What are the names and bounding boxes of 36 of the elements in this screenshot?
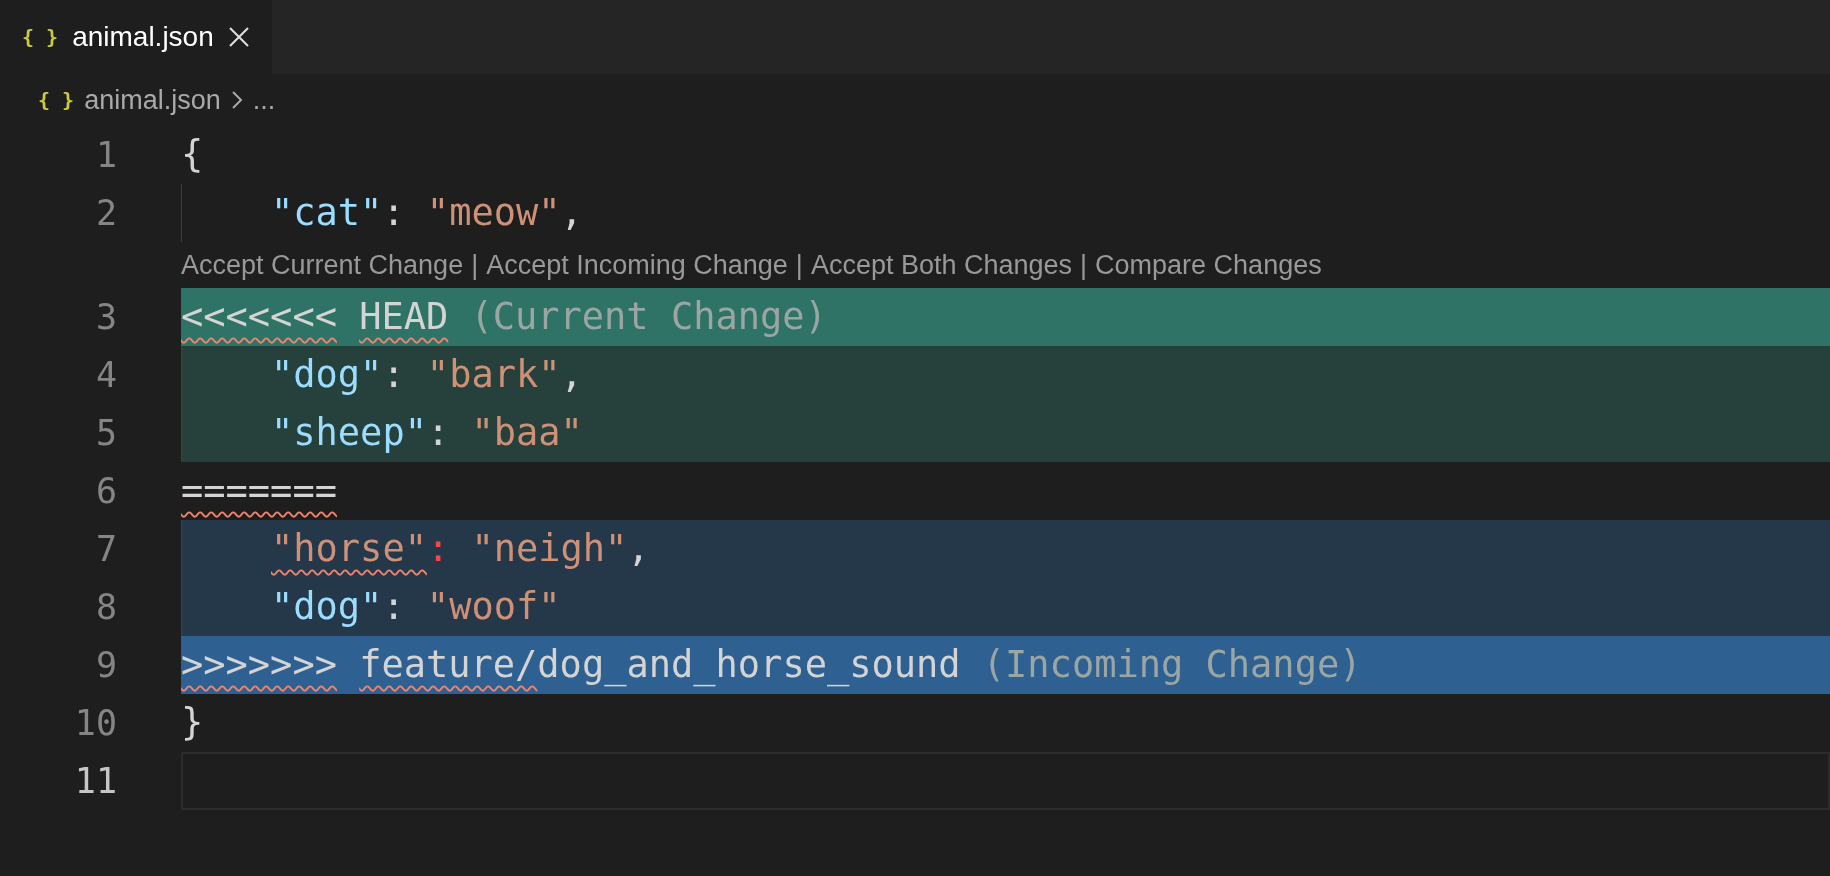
line-number: 1 bbox=[94, 133, 117, 177]
code-line: >>>>>>> feature/dog_and_horse_sound (Incoming Change) bbox=[181, 642, 1362, 689]
line-number: 9 bbox=[94, 643, 117, 687]
line-number: 11 bbox=[73, 759, 117, 803]
codelens-link[interactable]: Accept Incoming Change bbox=[486, 244, 788, 286]
line-number: 8 bbox=[94, 585, 117, 629]
close-icon[interactable] bbox=[227, 26, 250, 48]
codelens-link[interactable]: Accept Both Changes bbox=[810, 244, 1073, 286]
json-file-icon: { } bbox=[38, 85, 75, 115]
codelens-separator: | bbox=[795, 248, 803, 282]
line-number: 5 bbox=[94, 411, 117, 455]
breadcrumb-item[interactable]: ... bbox=[252, 79, 276, 121]
code-line: "dog": "bark", bbox=[271, 352, 583, 399]
breadcrumb-item[interactable]: animal.json bbox=[84, 79, 221, 121]
codelens-separator: | bbox=[471, 248, 479, 282]
line-number: 6 bbox=[94, 469, 117, 513]
code-line: <<<<<<< HEAD (Current Change) bbox=[181, 294, 827, 341]
json-file-icon: { } bbox=[22, 22, 59, 52]
tab-label: animal.json bbox=[72, 20, 214, 54]
line-number: 7 bbox=[94, 527, 117, 571]
line-number: 2 bbox=[94, 191, 117, 235]
code-line: "sheep": "baa" bbox=[271, 410, 583, 457]
codelens-link[interactable]: Compare Changes bbox=[1095, 244, 1322, 286]
chevron-right-icon bbox=[230, 90, 243, 110]
codelens-separator: | bbox=[1080, 248, 1088, 282]
codelens-link[interactable]: Accept Current Change bbox=[181, 244, 464, 286]
code-line: "cat": "meow", bbox=[271, 190, 583, 237]
code-line: ======= bbox=[181, 468, 337, 515]
code-line: "dog": "woof" bbox=[271, 584, 561, 631]
line-number: 10 bbox=[73, 701, 117, 745]
code-line: { bbox=[181, 132, 204, 179]
line-number: 3 bbox=[94, 295, 117, 339]
line-number: 4 bbox=[94, 353, 117, 397]
editor-tab[interactable]: { } animal.json bbox=[0, 0, 272, 74]
code-line: "horse": "neigh", bbox=[271, 526, 650, 573]
code-line: } bbox=[181, 700, 204, 747]
